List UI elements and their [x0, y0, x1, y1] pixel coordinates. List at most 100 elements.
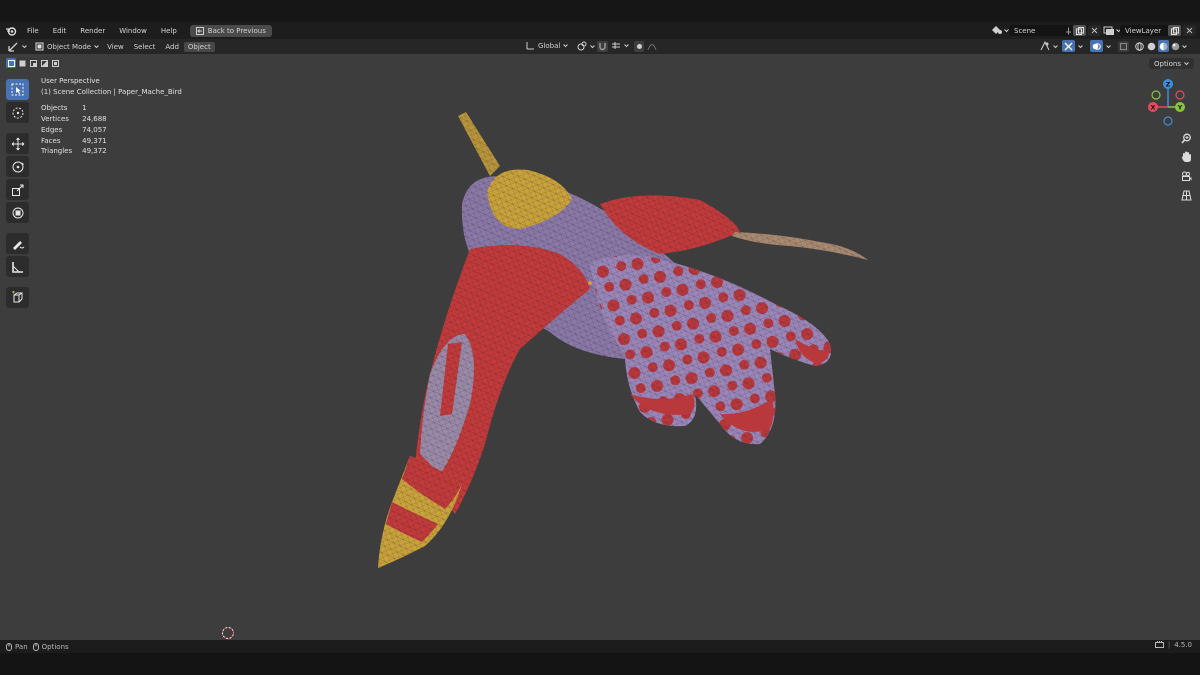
- menu-help[interactable]: Help: [154, 27, 184, 35]
- magnet-icon: [599, 43, 606, 51]
- blender-logo-icon[interactable]: [5, 25, 17, 37]
- view-layer-type-icon[interactable]: [1103, 25, 1121, 36]
- chevron-down-icon: [590, 44, 595, 48]
- visibility-icon: [1040, 41, 1050, 51]
- close-icon: [1091, 27, 1098, 34]
- scene-type-icon[interactable]: [991, 25, 1009, 36]
- zoom-icon: [1180, 133, 1191, 144]
- gizmo-icon: [1064, 42, 1073, 50]
- status-bar: Pan Options | 4.5.0: [0, 640, 1200, 653]
- viewport-editor-icon: [8, 42, 18, 52]
- paper-mache-bird-mesh[interactable]: [0, 54, 1200, 640]
- overlays-icon: [1092, 42, 1101, 50]
- pivot-point-selector[interactable]: [577, 41, 595, 51]
- rendered-sphere-icon: [1171, 42, 1180, 50]
- new-view-layer-button[interactable]: [1168, 25, 1181, 36]
- pivot-icon: [577, 41, 587, 51]
- mouse-icon: [6, 642, 12, 651]
- shading-mode-group: [1134, 40, 1187, 52]
- proportional-edit-icon: [636, 44, 642, 49]
- chevron-down-icon: [1078, 44, 1083, 48]
- status-pan-label: Pan: [15, 642, 28, 651]
- hand-pan-icon: [1181, 151, 1191, 162]
- overlays-toggle[interactable]: [1090, 40, 1111, 52]
- memory-icon: [1154, 641, 1164, 648]
- status-pan-hint: Pan: [6, 642, 28, 651]
- proportional-editing-toggle[interactable]: [634, 41, 644, 52]
- xray-icon: [1120, 43, 1127, 50]
- navigation-tools: [1178, 130, 1194, 206]
- version-label: 4.5.0: [1174, 641, 1192, 649]
- gizmo-neg-z[interactable]: [1163, 116, 1173, 126]
- mode-selector[interactable]: Object Mode: [35, 42, 99, 51]
- chevron-down-icon: [22, 45, 27, 49]
- falloff-curve-icon: [647, 44, 657, 51]
- delete-scene-button[interactable]: [1088, 25, 1101, 36]
- chevron-down-icon: [624, 44, 629, 48]
- delete-view-layer-button[interactable]: [1183, 25, 1196, 36]
- xray-toggle[interactable]: [1118, 41, 1129, 52]
- back-to-previous-button[interactable]: Back to Previous: [189, 24, 272, 37]
- viewport-header: Object Mode View Select Add Object Globa…: [0, 39, 1200, 54]
- chevron-down-icon: [563, 44, 569, 48]
- grid-icon: [1180, 190, 1192, 200]
- object-origin-dot: [588, 281, 592, 285]
- wireframe-sphere-icon: [1135, 41, 1144, 51]
- camera-view-button[interactable]: [1178, 168, 1194, 184]
- scene-name: Scene: [1014, 26, 1036, 35]
- menu-render[interactable]: Render: [73, 27, 112, 35]
- camera-icon: [1181, 171, 1191, 181]
- view-layer-field[interactable]: ViewLayer: [1120, 25, 1170, 36]
- gizmo-toggle[interactable]: [1062, 40, 1083, 52]
- 3d-viewport[interactable]: Options User Perspective (1) Scene Colle…: [0, 54, 1200, 640]
- view-layer-name: ViewLayer: [1125, 26, 1162, 35]
- snap-toggle[interactable]: [597, 41, 608, 52]
- bird-spotted-wing: [590, 255, 831, 445]
- pan-button[interactable]: [1178, 149, 1194, 165]
- menu-view[interactable]: View: [102, 43, 129, 51]
- rendered-shading-button[interactable]: [1170, 40, 1181, 52]
- material-sphere-icon: [1159, 42, 1168, 50]
- falloff-selector[interactable]: [647, 41, 657, 53]
- menu-edit[interactable]: Edit: [46, 27, 74, 35]
- navigation-gizmo[interactable]: Z X Y: [1142, 76, 1192, 126]
- gizmo-neg-y[interactable]: [1151, 90, 1161, 100]
- chevron-down-icon: [94, 45, 99, 49]
- transform-orientation-selector[interactable]: Global: [526, 41, 569, 50]
- menu-bar: File Edit Render Window Help Back to Pre…: [0, 22, 1200, 39]
- solid-shading-button[interactable]: [1146, 40, 1157, 52]
- chevron-down-icon[interactable]: [1182, 44, 1187, 49]
- solid-sphere-icon: [1147, 42, 1156, 50]
- snap-target-selector[interactable]: [611, 41, 629, 50]
- chevron-down-icon: [1106, 44, 1111, 48]
- material-preview-shading-button[interactable]: [1158, 40, 1169, 52]
- window-bottom-strip: [0, 653, 1200, 675]
- menu-add[interactable]: Add: [160, 43, 184, 51]
- menu-window[interactable]: Window: [112, 27, 154, 35]
- 3d-cursor[interactable]: [222, 627, 234, 639]
- close-icon: [1186, 27, 1193, 34]
- status-options-label: Options: [41, 642, 69, 651]
- visibility-selector[interactable]: [1040, 41, 1058, 51]
- orientation-axis-icon: [526, 42, 534, 50]
- window-top-strip: [0, 0, 1200, 22]
- wireframe-shading-button[interactable]: [1134, 40, 1145, 52]
- menu-file[interactable]: File: [20, 27, 46, 35]
- menu-select[interactable]: Select: [129, 43, 161, 51]
- new-scene-button[interactable]: [1073, 25, 1086, 36]
- version-info: | 4.5.0: [1154, 641, 1192, 649]
- zoom-button[interactable]: [1178, 130, 1194, 146]
- chevron-down-icon: [1053, 44, 1058, 48]
- mouse-icon: [32, 642, 39, 651]
- gizmo-z-label: Z: [1166, 81, 1171, 89]
- transform-orientation-label: Global: [538, 41, 561, 50]
- snap-grid-icon: [612, 42, 620, 49]
- scene-name-field[interactable]: Scene: [1009, 25, 1075, 36]
- menu-object[interactable]: Object: [183, 41, 215, 52]
- pin-icon[interactable]: [1065, 27, 1072, 35]
- gizmo-neg-x[interactable]: [1175, 90, 1185, 100]
- projection-toggle-button[interactable]: [1178, 187, 1194, 203]
- back-to-previous-label: Back to Previous: [207, 26, 266, 35]
- editor-type-selector[interactable]: [8, 42, 27, 52]
- copy-icon: [1075, 26, 1084, 35]
